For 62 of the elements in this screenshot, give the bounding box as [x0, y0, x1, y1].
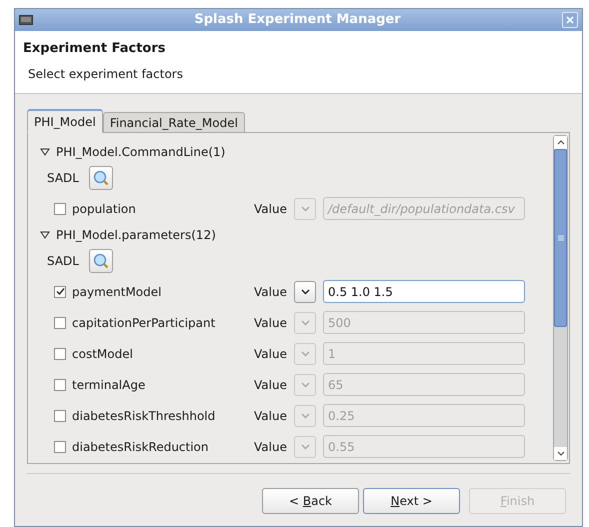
tab[interactable]: PHI_Model: [27, 109, 103, 133]
sadl-label: SADL: [47, 253, 79, 270]
factor-label: terminalAge: [72, 376, 146, 394]
value-field[interactable]: 0.25: [323, 404, 525, 427]
value-field[interactable]: 0.55: [323, 435, 525, 458]
checkbox[interactable]: [54, 440, 66, 452]
value-field[interactable]: /default_dir/populationdata.csv: [323, 197, 525, 220]
window-title: Splash Experiment Manager: [193, 11, 402, 30]
expanded-triangle-icon[interactable]: [40, 231, 50, 239]
value-field[interactable]: 1: [323, 342, 525, 365]
value-label: Value: [254, 408, 288, 424]
close-icon: [566, 16, 574, 24]
page-title: Experiment Factors: [23, 40, 167, 58]
dropdown-button[interactable]: [294, 280, 316, 302]
search-icon: [92, 253, 109, 269]
checkbox[interactable]: [54, 316, 66, 328]
group-title: PHI_Model.parameters(12): [56, 227, 216, 244]
search-button[interactable]: [88, 249, 113, 273]
chevron-down-icon: [300, 444, 310, 450]
value-field[interactable]: 500: [323, 311, 525, 334]
scroll-up-icon: [556, 140, 564, 145]
value-label: Value: [254, 438, 288, 456]
scroll-down-icon: [556, 451, 564, 456]
factor-label: costModel: [72, 346, 134, 362]
page-subtitle: Select experiment factors: [28, 66, 184, 82]
factor-label: capitationPerParticipant: [72, 314, 216, 332]
chevron-down-icon: [300, 412, 310, 418]
expanded-triangle-icon[interactable]: [40, 148, 50, 156]
group-title: PHI_Model.CommandLine(1): [56, 144, 226, 161]
value-label: Value: [254, 346, 288, 362]
chevron-down-icon: [300, 288, 310, 294]
wizard-button[interactable]: Next >: [363, 488, 460, 514]
checkbox[interactable]: [54, 202, 66, 214]
checkmark-icon: [56, 287, 64, 296]
sadl-label: SADL: [47, 170, 79, 187]
checkbox[interactable]: [54, 410, 66, 422]
scrollbar[interactable]: [553, 135, 568, 461]
chevron-down-icon: [300, 320, 310, 326]
value-label: Value: [254, 376, 288, 394]
value-field[interactable]: 65: [323, 373, 525, 396]
chevron-down-icon: [300, 350, 310, 356]
search-icon: [92, 170, 109, 186]
factor-label: paymentModel: [72, 284, 162, 300]
grip-icon: [558, 235, 564, 241]
scrollbar-thumb[interactable]: [554, 149, 567, 327]
wizard-button[interactable]: < Back: [262, 488, 359, 514]
factor-label: diabetesRiskReduction: [72, 438, 210, 456]
window-icon: [19, 14, 33, 26]
value-label: Value: [254, 284, 288, 300]
close-button[interactable]: [562, 12, 578, 28]
value-label: Value: [254, 314, 288, 332]
checkbox[interactable]: [54, 378, 66, 390]
search-button[interactable]: [88, 166, 113, 190]
chevron-down-icon: [300, 206, 310, 212]
factor-label: population: [72, 200, 137, 218]
checkbox[interactable]: [54, 286, 66, 298]
checkbox[interactable]: [54, 348, 66, 360]
tab[interactable]: Financial_Rate_Model: [102, 112, 245, 133]
value-field[interactable]: 0.5 1.0 1.5: [323, 280, 525, 303]
factor-label: diabetesRiskThreshhold: [72, 408, 216, 424]
value-label: Value: [254, 200, 288, 218]
chevron-down-icon: [300, 382, 310, 388]
